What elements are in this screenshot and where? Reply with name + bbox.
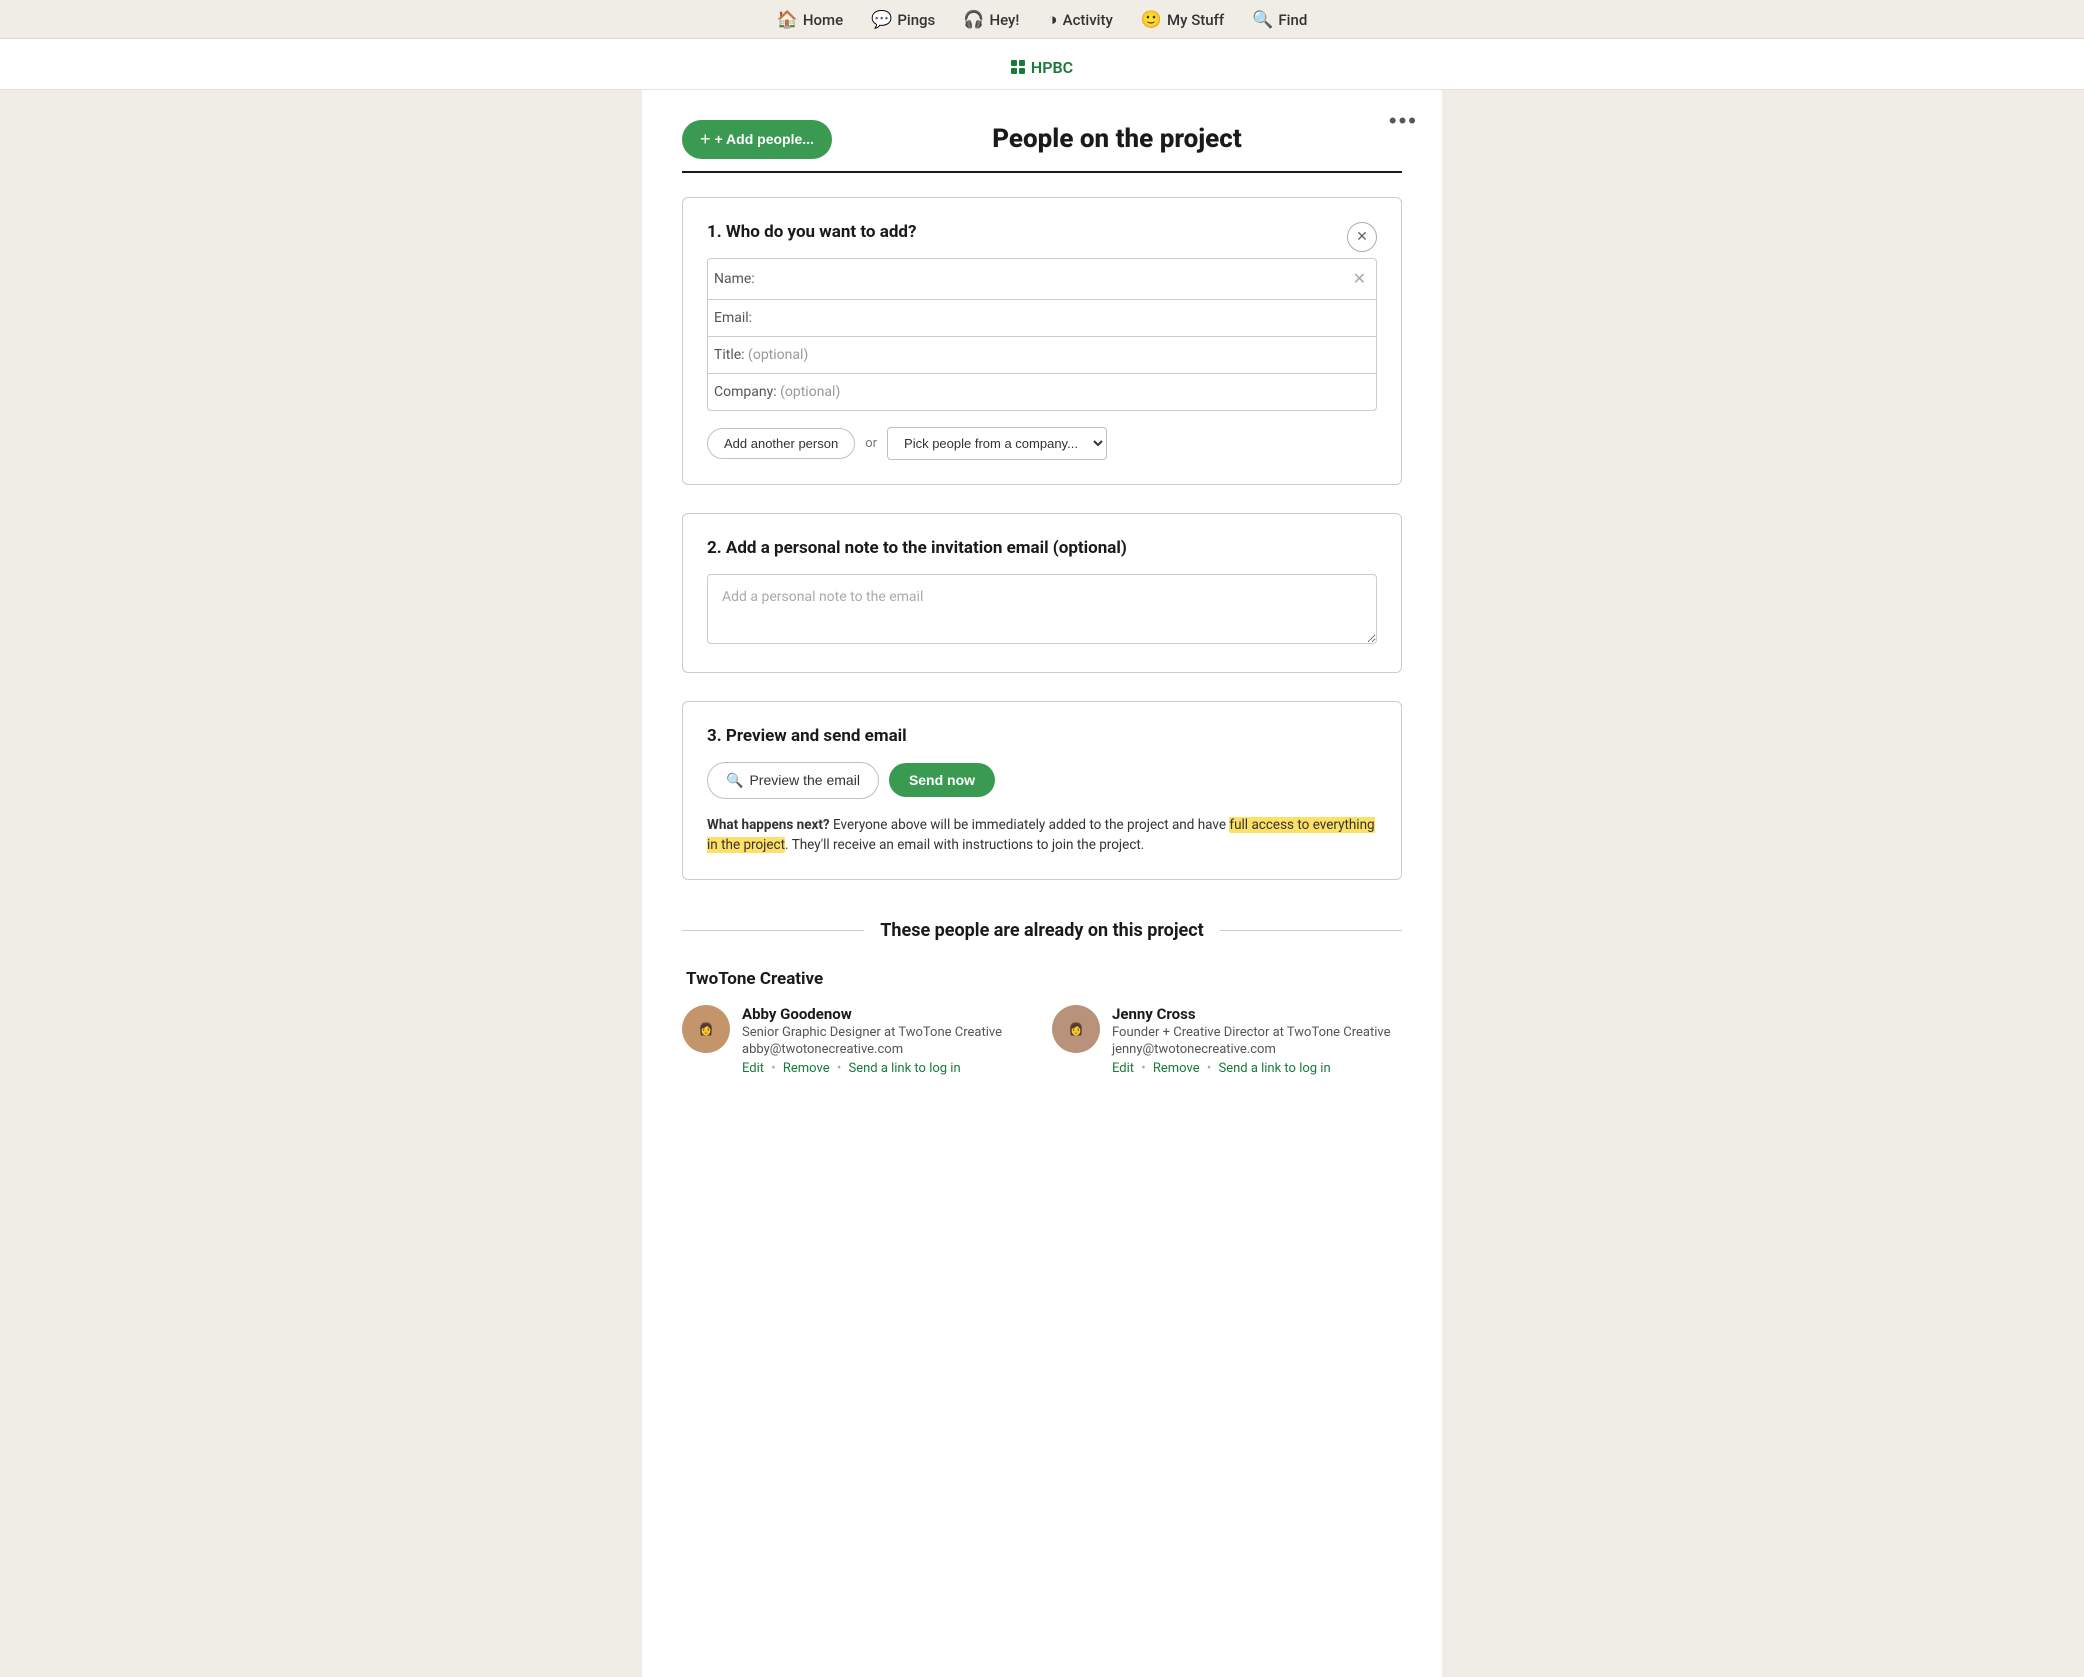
page-title: People on the project — [832, 124, 1402, 154]
grid-icon — [1011, 60, 1025, 74]
plus-icon: + — [700, 129, 711, 150]
person-title-jenny: Founder + Creative Director at TwoTone C… — [1112, 1025, 1391, 1040]
find-icon: 🔍 — [1252, 10, 1273, 30]
nav-pings[interactable]: 💬 Pings — [871, 10, 935, 30]
people-grid: 👩 Abby Goodenow Senior Graphic Designer … — [682, 1005, 1402, 1076]
nav-find[interactable]: 🔍 Find — [1252, 10, 1307, 30]
title-label: Title: (optional) — [714, 347, 808, 363]
send-link-abby[interactable]: Send a link to log in — [848, 1061, 960, 1076]
send-now-button[interactable]: Send now — [889, 763, 995, 797]
hey-icon: 🎧 — [963, 10, 984, 30]
already-divider: These people are already on this project — [682, 920, 1402, 941]
page-header: + + Add people... People on the project — [682, 120, 1402, 173]
person-info-abby: Abby Goodenow Senior Graphic Designer at… — [742, 1005, 1002, 1076]
person-email-jenny: jenny@twotonecreative.com — [1112, 1042, 1391, 1057]
avatar-initials-abby: 👩 — [699, 1022, 714, 1036]
send-link-jenny[interactable]: Send a link to log in — [1218, 1061, 1330, 1076]
already-title: These people are already on this project — [880, 920, 1203, 941]
section2-title: 2. Add a personal note to the invitation… — [707, 538, 1377, 558]
section-preview-send: 3. Preview and send email 🔍 Preview the … — [682, 701, 1402, 881]
project-link[interactable]: HPBC — [1011, 58, 1073, 77]
person-links-abby: Edit • Remove • Send a link to log in — [742, 1061, 1002, 1076]
main-content: ••• + + Add people... People on the proj… — [642, 90, 1442, 1677]
company-section: TwoTone Creative 👩 Abby Goodenow Senior … — [682, 969, 1402, 1076]
more-options-button[interactable]: ••• — [1381, 104, 1426, 138]
nav-hey[interactable]: 🎧 Hey! — [963, 10, 1019, 30]
name-field-row: Name: ✕ — [708, 259, 1376, 300]
person-title-abby: Senior Graphic Designer at TwoTone Creat… — [742, 1025, 1002, 1040]
email-input[interactable] — [794, 310, 1370, 326]
personal-note-input[interactable] — [707, 574, 1377, 644]
top-nav: 🏠 Home 💬 Pings 🎧 Hey! ◑ Activity 🙂 My St… — [0, 0, 2084, 39]
search-icon: 🔍 — [726, 772, 743, 789]
title-field-row: Title: (optional) — [708, 337, 1376, 374]
section-who-to-add: 1. Who do you want to add? ✕ Name: ✕ Ema… — [682, 197, 1402, 485]
nav-activity[interactable]: ◑ Activity — [1047, 10, 1112, 30]
person-name-jenny: Jenny Cross — [1112, 1005, 1391, 1023]
section-personal-note: 2. Add a personal note to the invitation… — [682, 513, 1402, 673]
section1-title: 1. Who do you want to add? — [707, 222, 916, 242]
home-icon: 🏠 — [777, 10, 798, 30]
person-fields: Name: ✕ Email: Title: (optional) Company… — [707, 258, 1377, 411]
avatar-abby: 👩 — [682, 1005, 730, 1053]
person-card-jenny: 👩 Jenny Cross Founder + Creative Directo… — [1052, 1005, 1402, 1076]
nav-my-stuff[interactable]: 🙂 My Stuff — [1141, 10, 1224, 30]
nav-home[interactable]: 🏠 Home — [777, 10, 843, 30]
add-person-row: Add another person or Pick people from a… — [707, 427, 1377, 460]
pick-company-select[interactable]: Pick people from a company... — [887, 427, 1107, 460]
my-stuff-icon: 🙂 — [1141, 10, 1162, 30]
person-email-abby: abby@twotonecreative.com — [742, 1042, 1002, 1057]
name-input[interactable] — [794, 271, 1349, 287]
already-on-project: These people are already on this project… — [682, 920, 1402, 1076]
company-label: Company: (optional) — [714, 384, 840, 400]
preview-email-button[interactable]: 🔍 Preview the email — [707, 762, 879, 799]
add-another-person-button[interactable]: Add another person — [707, 428, 855, 459]
name-label: Name: — [714, 271, 794, 287]
edit-abby[interactable]: Edit — [742, 1061, 764, 1076]
avatar-jenny: 👩 — [1052, 1005, 1100, 1053]
email-label: Email: — [714, 310, 794, 326]
pings-icon: 💬 — [871, 10, 892, 30]
remove-abby[interactable]: Remove — [783, 1061, 830, 1076]
close-section1-button[interactable]: ✕ — [1347, 222, 1377, 252]
preview-send-row: 🔍 Preview the email Send now — [707, 762, 1377, 799]
avatar-initials-jenny: 👩 — [1069, 1022, 1084, 1036]
edit-jenny[interactable]: Edit — [1112, 1061, 1134, 1076]
or-text: or — [865, 436, 877, 451]
person-links-jenny: Edit • Remove • Send a link to log in — [1112, 1061, 1391, 1076]
company-input[interactable] — [840, 384, 1370, 400]
company-field-row: Company: (optional) — [708, 374, 1376, 410]
divider-left — [682, 930, 864, 931]
person-card-abby: 👩 Abby Goodenow Senior Graphic Designer … — [682, 1005, 1032, 1076]
project-bar: HPBC — [0, 39, 2084, 90]
company-name: TwoTone Creative — [682, 969, 1402, 989]
name-clear-button[interactable]: ✕ — [1349, 269, 1370, 289]
what-happens-text: What happens next? Everyone above will b… — [707, 815, 1377, 856]
person-name-abby: Abby Goodenow — [742, 1005, 1002, 1023]
divider-right — [1220, 930, 1402, 931]
activity-icon: ◑ — [1047, 10, 1057, 30]
person-info-jenny: Jenny Cross Founder + Creative Director … — [1112, 1005, 1391, 1076]
email-field-row: Email: — [708, 300, 1376, 337]
title-input[interactable] — [808, 347, 1370, 363]
remove-jenny[interactable]: Remove — [1153, 1061, 1200, 1076]
section3-title: 3. Preview and send email — [707, 726, 1377, 746]
add-people-button[interactable]: + + Add people... — [682, 120, 832, 159]
